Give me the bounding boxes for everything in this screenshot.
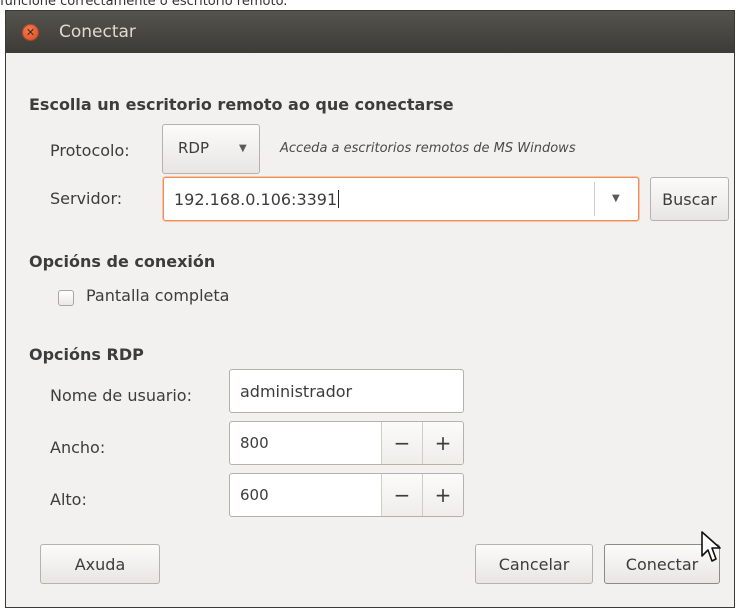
help-button[interactable]: Axuda xyxy=(40,544,160,584)
protocol-value: RDP xyxy=(178,139,210,157)
connect-dialog: ✕ Conectar Escolla un escritorio remoto … xyxy=(5,10,735,608)
protocol-dropdown[interactable]: RDP ▼ xyxy=(162,124,260,174)
chevron-down-icon: ▼ xyxy=(239,143,247,154)
background-text-fragment: funcione correctamente o escritorio remo… xyxy=(0,0,288,9)
fullscreen-checkbox[interactable] xyxy=(58,290,74,306)
server-combo-entry[interactable]: 192.168.0.106:3391 ▼ xyxy=(163,177,639,221)
width-value[interactable]: 800 xyxy=(230,434,381,452)
server-label: Servidor: xyxy=(50,189,123,208)
height-spinner[interactable]: 600 − + xyxy=(229,473,464,517)
dialog-content: Escolla un escritorio remoto ao que cone… xyxy=(6,53,734,607)
close-icon[interactable]: ✕ xyxy=(22,23,39,41)
chevron-down-icon[interactable]: ▼ xyxy=(612,193,620,204)
width-label: Ancho: xyxy=(50,438,106,457)
protocol-label: Protocolo: xyxy=(50,141,130,160)
fullscreen-label[interactable]: Pantalla completa xyxy=(86,286,229,305)
width-decrement-button[interactable]: − xyxy=(381,422,422,464)
server-input[interactable]: 192.168.0.106:3391 xyxy=(174,190,337,209)
remote-desktop-heading: Escolla un escritorio remoto ao que cone… xyxy=(29,95,454,114)
width-spinner[interactable]: 800 − + xyxy=(229,421,464,465)
search-button[interactable]: Buscar xyxy=(650,177,729,221)
rdp-options-heading: Opcións RDP xyxy=(29,345,144,364)
text-caret xyxy=(338,190,340,208)
username-label: Nome de usuario: xyxy=(50,386,192,405)
protocol-hint: Acceda a escritorios remotos de MS Windo… xyxy=(280,141,576,156)
height-value[interactable]: 600 xyxy=(230,486,381,504)
height-increment-button[interactable]: + xyxy=(422,474,463,516)
dropdown-separator xyxy=(594,182,595,216)
height-label: Alto: xyxy=(50,490,87,509)
mouse-pointer-icon xyxy=(701,531,721,562)
height-decrement-button[interactable]: − xyxy=(381,474,422,516)
width-increment-button[interactable]: + xyxy=(422,422,463,464)
username-input[interactable]: administrador xyxy=(229,369,464,413)
connection-options-heading: Opcións de conexión xyxy=(29,252,216,271)
cancel-button[interactable]: Cancelar xyxy=(475,544,593,584)
window-title: Conectar xyxy=(59,22,136,42)
title-bar: ✕ Conectar xyxy=(6,11,734,53)
